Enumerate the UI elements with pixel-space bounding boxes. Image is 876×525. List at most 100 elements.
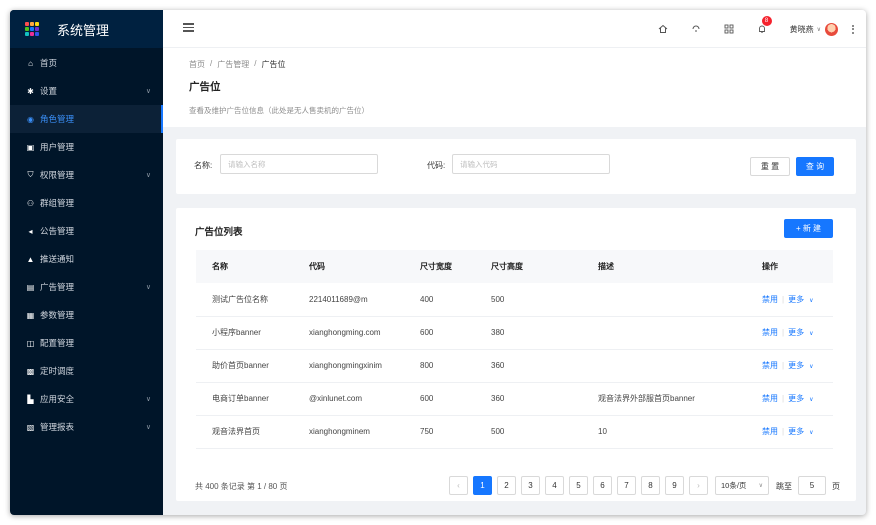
breadcrumb-separator: / bbox=[254, 59, 257, 68]
avatar[interactable] bbox=[825, 22, 838, 36]
home-icon[interactable] bbox=[658, 24, 669, 35]
sidebar-menu: ⌂ 首页 ✱ 设置 ∨ ◉ 角色管理 ▣ 用户管理 ⛉ 权限管理 ∨ ⚇ 群组管理 ◂ 公告管理 ▲ 推送通知 ▤ 广… bbox=[10, 49, 163, 441]
cell-width: 600 bbox=[420, 394, 434, 403]
page-button[interactable]: 5 bbox=[569, 476, 588, 495]
app-window: 系统管理 ⌂ 首页 ✱ 设置 ∨ ◉ 角色管理 ▣ 用户管理 ⛉ 权限管理 ∨ ⚇ 群组管理 ◂ 公告管理 ▲ 推… bbox=[10, 10, 866, 515]
column-header: 操作 bbox=[762, 262, 778, 271]
search-form: 名称: 请输入名称 代码: 请输入代码 重 置 查 询 bbox=[176, 139, 856, 194]
add-button[interactable]: + 新 建 bbox=[784, 219, 833, 238]
cell-desc: 10 bbox=[598, 427, 607, 436]
disable-link[interactable]: 禁用 bbox=[762, 295, 778, 304]
name-input[interactable]: 请输入名称 bbox=[220, 154, 378, 174]
sidebar-item[interactable]: ◉ 角色管理 bbox=[10, 105, 163, 133]
sidebar-item[interactable]: ▤ 广告管理 ∨ bbox=[10, 273, 163, 301]
more-link[interactable]: 更多 bbox=[788, 394, 804, 403]
chevron-down-icon[interactable]: ∨ bbox=[809, 430, 813, 436]
support-icon[interactable] bbox=[691, 24, 702, 35]
user-icon: ▣ bbox=[26, 142, 35, 152]
page-button[interactable]: 8 bbox=[641, 476, 660, 495]
sidebar-item[interactable]: ◫ 配置管理 bbox=[10, 329, 163, 357]
sidebar-item-label: 应用安全 bbox=[40, 394, 75, 404]
chevron-down-icon[interactable]: ∨ bbox=[817, 26, 821, 33]
disable-link[interactable]: 禁用 bbox=[762, 361, 778, 370]
table-header-row: 名称 代码 尺寸宽度 尺寸高度 描述 操作 bbox=[196, 250, 833, 283]
page-button[interactable]: 3 bbox=[521, 476, 540, 495]
more-vertical-icon[interactable] bbox=[852, 24, 855, 34]
breadcrumb-current: 广告位 bbox=[261, 60, 286, 69]
page-header: 首页 / 广告管理 / 广告位 广告位 查看及维护广告位信息（此处是无人售卖机的… bbox=[163, 48, 866, 127]
app-logo[interactable]: 系统管理 bbox=[10, 10, 163, 48]
more-link[interactable]: 更多 bbox=[788, 361, 804, 370]
page-button[interactable]: 2 bbox=[497, 476, 516, 495]
more-link[interactable]: 更多 bbox=[788, 427, 804, 436]
chevron-down-icon[interactable]: ∨ bbox=[809, 331, 813, 337]
chevron-down-icon: ∨ bbox=[145, 172, 151, 179]
sidebar-item[interactable]: ⚇ 群组管理 bbox=[10, 189, 163, 217]
action-divider: | bbox=[782, 427, 785, 436]
username[interactable]: 黄晓燕 bbox=[790, 24, 814, 35]
cell-height: 500 bbox=[491, 427, 505, 436]
sidebar-item[interactable]: ▲ 推送通知 bbox=[10, 245, 163, 273]
breadcrumb: 首页 / 广告管理 / 广告位 bbox=[189, 59, 866, 70]
page-button[interactable]: 6 bbox=[593, 476, 612, 495]
disable-link[interactable]: 禁用 bbox=[762, 394, 778, 403]
disable-link[interactable]: 禁用 bbox=[762, 427, 778, 436]
disable-link[interactable]: 禁用 bbox=[762, 328, 778, 337]
chevron-down-icon[interactable]: ∨ bbox=[809, 298, 813, 304]
ad-slot-table: 名称 代码 尺寸宽度 尺寸高度 描述 操作 测试广告位名称 2214011689@… bbox=[196, 250, 833, 449]
page-button[interactable]: 1 bbox=[473, 476, 492, 495]
grid-icon[interactable] bbox=[724, 24, 735, 35]
sidebar-item[interactable]: ▩ 定时调度 bbox=[10, 357, 163, 385]
table-row: 助价首页banner xianghongmingxinim 800 360 禁用 | 更多 ∨ bbox=[196, 349, 833, 382]
page-size-select[interactable]: 10条/页 ∨ bbox=[715, 476, 769, 495]
params-icon: ▦ bbox=[26, 310, 35, 320]
cell-actions: 禁用 | 更多 ∨ bbox=[746, 316, 833, 349]
chevron-down-icon[interactable]: ∨ bbox=[809, 364, 813, 370]
prev-page-icon[interactable]: ‹ bbox=[449, 476, 468, 495]
chevron-down-icon[interactable]: ∨ bbox=[809, 397, 813, 403]
sidebar-item[interactable]: ⛉ 权限管理 ∨ bbox=[10, 161, 163, 189]
action-divider: | bbox=[782, 328, 785, 337]
sidebar-item-label: 设置 bbox=[40, 86, 58, 96]
cell-width: 750 bbox=[420, 427, 434, 436]
sidebar-item[interactable]: ▣ 用户管理 bbox=[10, 133, 163, 161]
cell-actions: 禁用 | 更多 ∨ bbox=[746, 349, 833, 382]
cell-code: xianghongminem bbox=[309, 427, 370, 436]
breadcrumb-separator: / bbox=[210, 59, 213, 68]
page-button[interactable]: 4 bbox=[545, 476, 564, 495]
table-row: 小程序banner xianghongming.com 600 380 禁用 | 更多 ∨ bbox=[196, 316, 833, 349]
action-divider: | bbox=[782, 394, 785, 403]
sidebar-item[interactable]: ⌂ 首页 bbox=[10, 49, 163, 77]
page-button[interactable]: 7 bbox=[617, 476, 636, 495]
role-icon: ◉ bbox=[27, 114, 34, 124]
next-page-icon[interactable]: › bbox=[689, 476, 708, 495]
sidebar-item[interactable]: ▦ 参数管理 bbox=[10, 301, 163, 329]
more-link[interactable]: 更多 bbox=[788, 295, 804, 304]
bell-icon[interactable]: 8 bbox=[757, 15, 772, 35]
megaphone-icon: ◂ bbox=[28, 226, 33, 236]
sidebar-item[interactable]: ▙ 应用安全 ∨ bbox=[10, 385, 163, 413]
jump-input[interactable]: 5 bbox=[798, 476, 826, 495]
code-input[interactable]: 请输入代码 bbox=[452, 154, 610, 174]
chevron-down-icon: ∨ bbox=[145, 396, 151, 403]
sidebar-item[interactable]: ◂ 公告管理 bbox=[10, 217, 163, 245]
sidebar-item[interactable]: ▧ 管理报表 ∨ bbox=[10, 413, 163, 441]
menu-toggle-icon[interactable] bbox=[183, 23, 194, 32]
page-list: ‹ 1 2 3 4 5 6 7 8 9 › bbox=[449, 476, 708, 495]
chevron-down-icon: ∨ bbox=[145, 424, 151, 431]
reset-button[interactable]: 重 置 bbox=[750, 157, 790, 176]
sidebar-item[interactable]: ✱ 设置 ∨ bbox=[10, 77, 163, 105]
sidebar-item-label: 首页 bbox=[40, 58, 58, 68]
lock-icon: ▙ bbox=[27, 394, 34, 404]
bell-icon: ▲ bbox=[26, 254, 35, 264]
page-button[interactable]: 9 bbox=[665, 476, 684, 495]
config-icon: ◫ bbox=[26, 338, 35, 348]
cell-height: 500 bbox=[491, 294, 505, 304]
more-link[interactable]: 更多 bbox=[788, 328, 804, 337]
code-label: 代码: bbox=[427, 161, 446, 170]
breadcrumb-home[interactable]: 首页 bbox=[189, 59, 205, 70]
sidebar-item-label: 广告管理 bbox=[40, 282, 75, 292]
breadcrumb-ad-management[interactable]: 广告管理 bbox=[217, 59, 249, 70]
ad-icon: ▤ bbox=[26, 282, 35, 292]
query-button[interactable]: 查 询 bbox=[796, 157, 834, 176]
